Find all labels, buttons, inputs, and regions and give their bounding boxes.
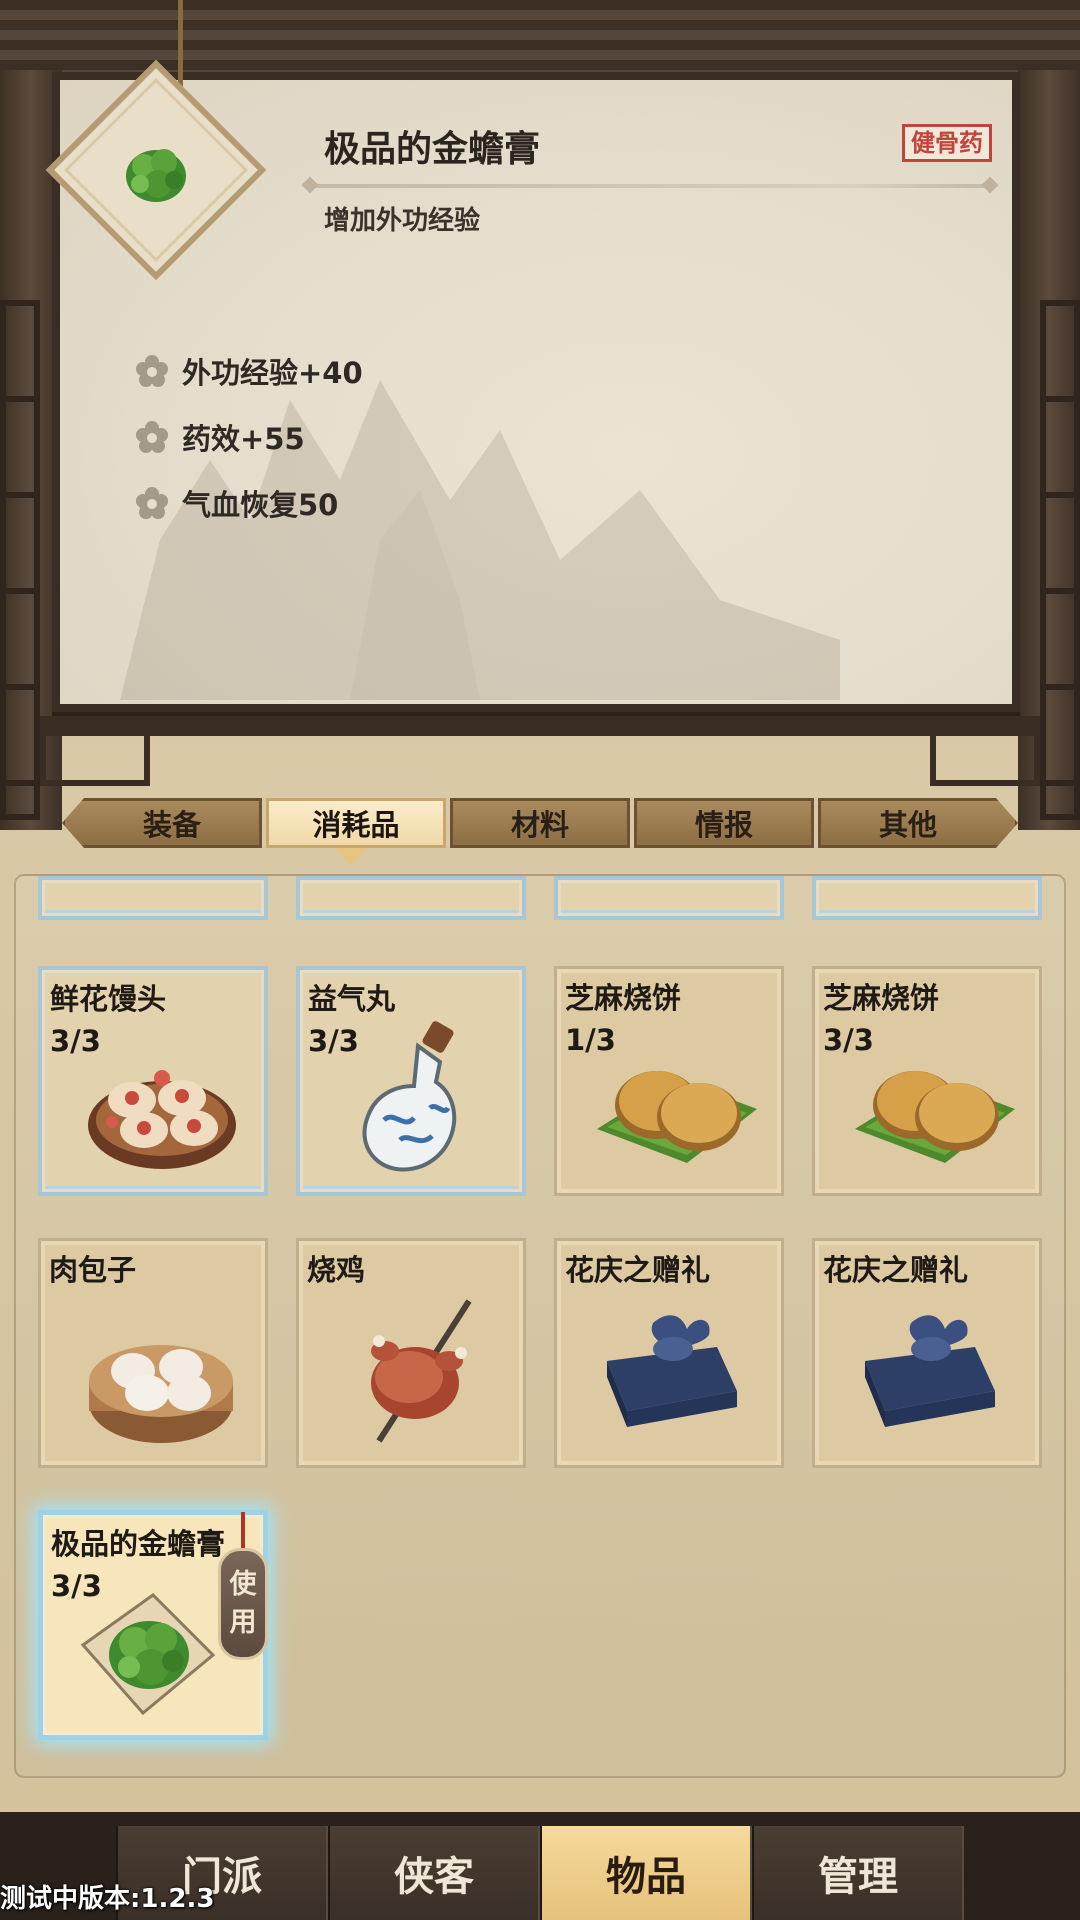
item-name: 鲜花馒头 — [50, 982, 167, 1016]
panel-foot-left — [40, 736, 150, 786]
item-stats: 外功经验+40 药效+55 气血恢复50 — [134, 338, 363, 536]
flower-bun-icon — [88, 1070, 236, 1169]
right-lattice — [1040, 300, 1080, 820]
stat-row: 药效+55 — [134, 404, 363, 470]
use-button-char: 用 — [229, 1607, 257, 1638]
item-quantity: 3/3 — [50, 1024, 101, 1058]
inventory-slot[interactable]: 花庆之赠礼 — [812, 1238, 1042, 1468]
item-category-tag: 健骨药 — [902, 124, 992, 162]
use-button-char: 使 — [229, 1569, 257, 1600]
item-name: 益气丸 — [308, 982, 396, 1016]
item-quantity: 3/3 — [823, 1023, 874, 1057]
stat-text: 外功经验+40 — [182, 356, 363, 390]
tab-equipment[interactable]: 装备 — [62, 798, 262, 848]
item-name: 极品的金蟾膏 — [51, 1527, 226, 1561]
panel-base-beam — [40, 716, 1040, 736]
item-name: 肉包子 — [49, 1253, 137, 1287]
stat-text: 气血恢复50 — [182, 488, 339, 522]
item-title: 极品的金蟾膏 — [324, 129, 541, 170]
panel-foot-right — [930, 736, 1040, 786]
item-name: 芝麻烧饼 — [565, 981, 682, 1015]
flower-bullet-icon — [136, 355, 168, 387]
inventory-slot[interactable]: 芝麻烧饼 3/3 — [812, 966, 1042, 1196]
tab-intel[interactable]: 情报 — [634, 798, 814, 848]
category-tabs: 装备 消耗品 材料 情报 其他 — [60, 798, 1020, 848]
stat-text: 药效+55 — [182, 422, 305, 456]
item-quantity: 3/3 — [51, 1569, 102, 1603]
left-lattice — [0, 300, 40, 820]
flower-bullet-icon — [136, 421, 168, 453]
nav-items[interactable]: 物品 — [540, 1826, 752, 1920]
inventory-slot[interactable]: 花庆之赠礼 — [554, 1238, 784, 1468]
inventory-slot[interactable]: 鲜花馒头 3/3 — [38, 966, 268, 1196]
hanging-rope — [178, 0, 183, 90]
stat-row: 外功经验+40 — [134, 338, 363, 404]
inventory-slot[interactable]: 芝麻烧饼 1/3 — [554, 966, 784, 1196]
item-quantity: 1/3 — [565, 1023, 616, 1057]
tab-other[interactable]: 其他 — [818, 798, 1018, 848]
flower-bullet-icon — [136, 487, 168, 519]
meat-bun-icon — [89, 1345, 233, 1443]
sesame-cake-icon — [597, 1071, 757, 1163]
stat-row: 气血恢复50 — [134, 470, 363, 536]
item-quantity: 3/3 — [308, 1024, 359, 1058]
use-button-cord — [241, 1512, 245, 1552]
inventory-slot-partial[interactable] — [554, 876, 784, 920]
inventory-slot-partial[interactable] — [38, 876, 268, 920]
item-name: 烧鸡 — [307, 1253, 366, 1287]
tab-consumables[interactable]: 消耗品 — [266, 798, 446, 848]
item-name: 芝麻烧饼 — [823, 981, 940, 1015]
gift-bundle-icon — [607, 1315, 737, 1427]
item-name: 花庆之赠礼 — [823, 1253, 969, 1287]
herb-paste-icon — [126, 149, 186, 202]
inventory-slot[interactable]: 肉包子 — [38, 1238, 268, 1468]
roast-chicken-icon — [371, 1299, 472, 1443]
inventory-slot-partial[interactable] — [296, 876, 526, 920]
inventory-slot[interactable]: 烧鸡 — [296, 1238, 526, 1468]
nav-heroes[interactable]: 侠客 — [328, 1826, 540, 1920]
sesame-cake-icon — [855, 1071, 1015, 1163]
inventory-slot[interactable]: 益气丸 3/3 — [296, 966, 526, 1196]
title-divider — [310, 184, 990, 188]
nav-manage[interactable]: 管理 — [752, 1826, 964, 1920]
gift-bundle-icon — [865, 1315, 995, 1427]
item-name: 花庆之赠礼 — [565, 1253, 711, 1287]
inventory-grid[interactable]: 鲜花馒头 3/3 益气丸 3/3 芝麻烧饼 1/3 芝麻烧饼 3/3 肉包子 烧… — [14, 874, 1066, 1778]
item-description: 增加外功经验 — [324, 206, 481, 236]
version-label: 测试中版本:1.2.3 — [0, 1884, 215, 1914]
use-button[interactable]: 使 用 — [218, 1548, 268, 1660]
tab-materials[interactable]: 材料 — [450, 798, 630, 848]
pill-bottle-icon — [362, 1021, 457, 1172]
inventory-slot-partial[interactable] — [812, 876, 1042, 920]
